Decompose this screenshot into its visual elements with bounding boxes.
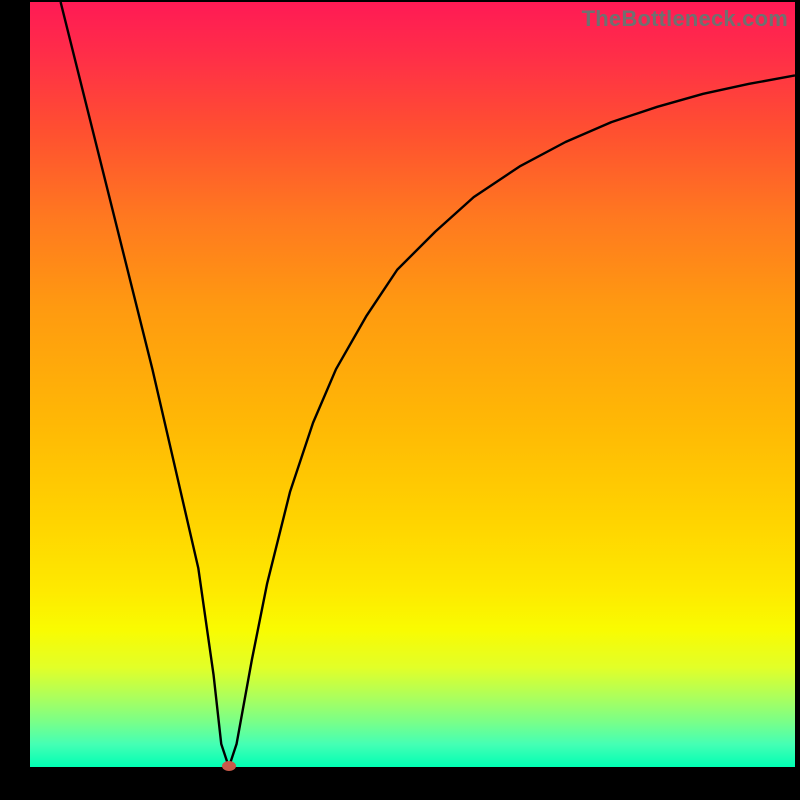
watermark-text: TheBottleneck.com bbox=[582, 6, 788, 32]
plot-area bbox=[30, 2, 795, 767]
marker-dot bbox=[222, 761, 236, 771]
